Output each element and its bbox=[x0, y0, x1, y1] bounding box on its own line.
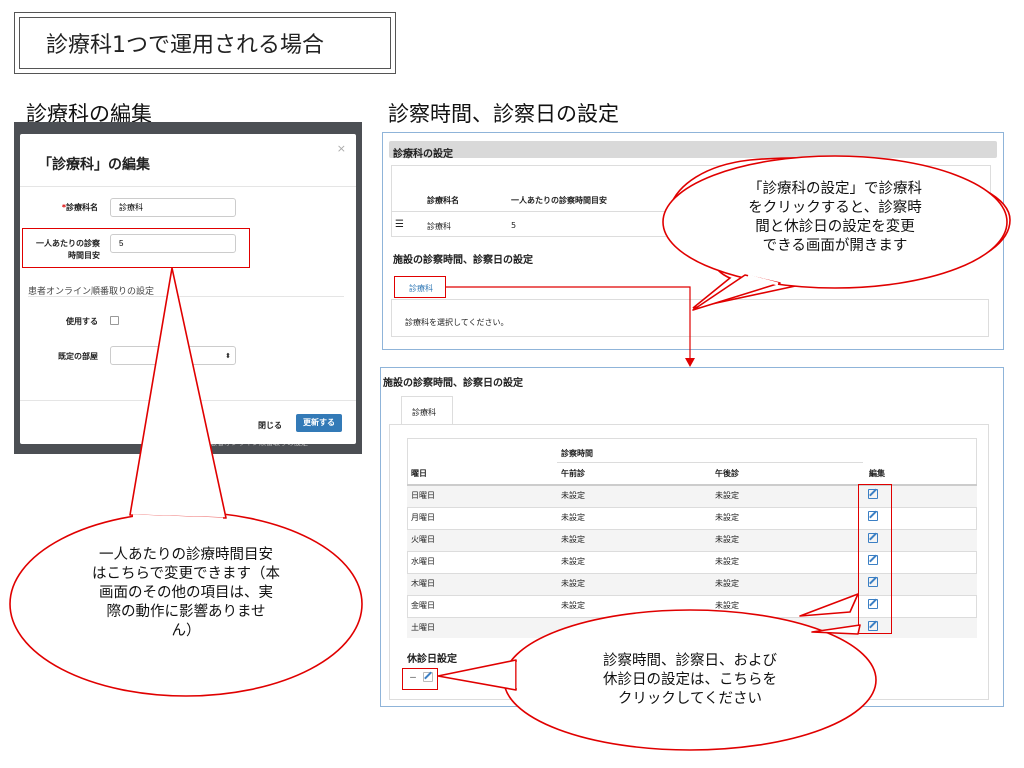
callout-text-left: 一人あたりの診療時間目安 はこちらで変更できます（本 画面のその他の項目は、実 … bbox=[91, 547, 281, 639]
connector-line bbox=[446, 286, 691, 360]
arrow-head-icon bbox=[685, 358, 695, 367]
annotation-layer bbox=[9, 155, 1011, 751]
callout-text-bottom: 診察時間、診察日、および 休診日の設定は、こちらを クリックしてください bbox=[603, 653, 777, 707]
callout-text-top: 「診療科の設定」で診療科 をクリックすると、診察時 間と休診日の設定を変更 でき… bbox=[748, 181, 922, 254]
